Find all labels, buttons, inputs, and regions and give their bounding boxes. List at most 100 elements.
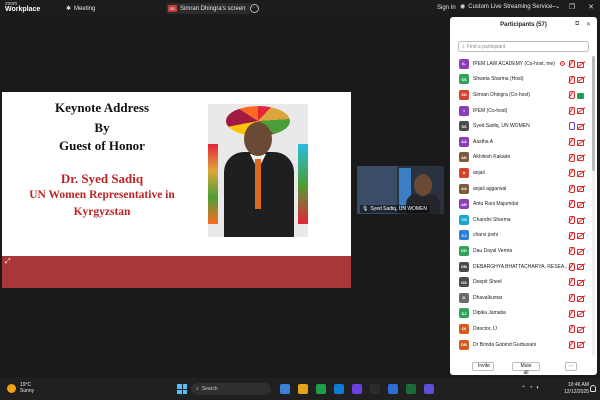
mic-muted-icon[interactable]: [568, 294, 575, 302]
participant-list[interactable]: IL IPEM LAW ACADEMY (Co-host, me) SS Shweta…: [450, 56, 591, 356]
taskbar-app-icon[interactable]: [280, 384, 290, 394]
recording-icon: [560, 61, 565, 66]
video-off-icon[interactable]: [577, 341, 585, 349]
mic-muted-icon[interactable]: [568, 325, 575, 334]
video-off-icon[interactable]: [577, 232, 585, 240]
video-off-icon[interactable]: [577, 154, 585, 162]
taskbar-app-icon[interactable]: [298, 384, 308, 394]
taskbar-app-icon[interactable]: [388, 384, 398, 394]
video-off-icon[interactable]: [577, 61, 585, 68]
mic-muted-icon[interactable]: [568, 75, 575, 84]
windows-start-icon[interactable]: [177, 384, 187, 394]
video-off-icon[interactable]: [577, 295, 585, 302]
more-options-button[interactable]: ···: [250, 4, 259, 13]
video-off-icon[interactable]: [577, 185, 585, 193]
video-off-icon[interactable]: [577, 310, 585, 318]
video-tile[interactable]: 🎙︎ Syed Sadiq, UN WOMEN: [357, 166, 444, 214]
participant-scrollbar[interactable]: [592, 56, 595, 356]
mic-muted-icon[interactable]: [568, 340, 575, 349]
mic-muted-icon[interactable]: [568, 247, 575, 256]
live-stream-button[interactable]: ◉ Custom Live Streaming Service ⌄: [460, 3, 560, 11]
video-off-icon[interactable]: [577, 107, 585, 115]
participant-row[interactable]: AA Aastha A: [450, 134, 591, 150]
invite-button[interactable]: Invite: [472, 362, 494, 371]
mic-muted-icon[interactable]: [568, 169, 575, 178]
taskbar-app-icon[interactable]: [352, 384, 362, 394]
video-off-icon[interactable]: [577, 76, 585, 84]
taskbar-app-icon[interactable]: [370, 384, 380, 394]
taskbar-app-icon[interactable]: [334, 384, 344, 394]
participant-name: DEBARGHYA BHATTACHARYA, RESEARCH...: [473, 263, 571, 270]
participant-row[interactable]: DB DEBARGHYA BHATTACHARYA, RESEARCH...: [450, 259, 591, 275]
participant-row[interactable]: DI Director, IJ: [450, 321, 591, 337]
participant-row[interactable]: AA anjali aggarwal: [450, 181, 591, 197]
mic-muted-icon[interactable]: [568, 216, 575, 224]
sign-in-button[interactable]: Sign In: [437, 5, 456, 11]
participant-row[interactable]: D Dhavalkumar: [450, 290, 591, 306]
participant-row[interactable]: DS Deepit Sheel: [450, 274, 591, 290]
mic-muted-icon[interactable]: [568, 91, 575, 100]
expand-icon[interactable]: ⤢: [5, 258, 15, 268]
participant-status-icons: [568, 200, 585, 209]
weather-widget[interactable]: 19°C Sunny: [7, 382, 34, 394]
video-on-icon[interactable]: [577, 92, 585, 99]
video-off-icon[interactable]: [577, 123, 585, 130]
system-tray[interactable]: ⌃ ◔ ◖: [521, 385, 539, 392]
taskbar-app-icon[interactable]: [406, 384, 416, 394]
video-off-icon[interactable]: [577, 279, 585, 286]
video-off-icon[interactable]: [577, 217, 585, 224]
participant-row[interactable]: DB Dr Brinda Gobind Gurbuxani: [450, 337, 591, 353]
mic-muted-icon[interactable]: [568, 262, 575, 271]
mic-muted-icon[interactable]: [568, 60, 575, 68]
video-off-icon[interactable]: [577, 263, 585, 271]
restore-button[interactable]: ❐: [569, 3, 575, 11]
participant-row[interactable]: CJ charvi joshi: [450, 228, 591, 244]
avatar: SS: [459, 74, 469, 85]
video-off-icon[interactable]: [577, 201, 585, 208]
taskbar-app-icon[interactable]: [424, 384, 434, 394]
meeting-menu[interactable]: ✱ Meeting: [66, 5, 95, 13]
clock[interactable]: 10:46 AM 12/12/2025: [564, 382, 589, 396]
sun-icon: [7, 383, 16, 393]
mic-muted-icon[interactable]: [568, 138, 575, 146]
video-off-icon[interactable]: [577, 326, 585, 333]
mute-all-button[interactable]: Mute all: [512, 362, 540, 376]
participant-row[interactable]: CS Chandni Sharma: [450, 212, 591, 228]
taskbar-search[interactable]: ⌕ Search: [191, 383, 271, 395]
close-icon[interactable]: ✕: [586, 21, 591, 28]
participant-row[interactable]: AR Antu Rani Majumdar: [450, 196, 591, 212]
video-off-icon[interactable]: [577, 248, 585, 255]
participant-row[interactable]: AK Akhilesh Kakade: [450, 150, 591, 166]
taskbar-app-icon[interactable]: [316, 384, 326, 394]
participant-name: Shweta Sharma (Host): [473, 76, 524, 83]
clock-time: 10:46 AM: [567, 382, 590, 388]
mic-muted-icon[interactable]: [568, 153, 575, 162]
participant-row[interactable]: DJ Dipika Jamatia: [450, 306, 591, 322]
shared-screen-slide: Keynote Address By Guest of Honor Dr. Sy…: [2, 92, 351, 288]
scrollbar-thumb[interactable]: [592, 56, 595, 171]
screen-share-indicator[interactable]: SD Simran Dhingra's screen: [166, 3, 250, 14]
mic-muted-icon[interactable]: [568, 278, 575, 287]
minimize-button[interactable]: —: [549, 3, 556, 11]
mic-muted-icon[interactable]: [568, 106, 575, 115]
notification-bell-icon[interactable]: [590, 385, 596, 392]
participant-row[interactable]: DD Dau Dayal Verma: [450, 243, 591, 259]
popout-icon[interactable]: ⧉: [575, 21, 579, 28]
participant-row[interactable]: SS Shweta Sharma (Host): [450, 72, 591, 88]
participant-row[interactable]: I IPEM (Co-host): [450, 103, 591, 119]
close-button[interactable]: ✕: [588, 3, 594, 11]
participant-row[interactable]: SS Syed Sadiq, UN WOMEN: [450, 118, 591, 134]
mic-muted-icon[interactable]: [568, 309, 575, 318]
mic-muted-icon[interactable]: [568, 200, 575, 209]
mic-icon[interactable]: [568, 122, 575, 131]
slide-line1: Keynote Address: [54, 100, 149, 115]
video-off-icon[interactable]: [577, 170, 585, 177]
participant-search-input[interactable]: ⌕ Find a participant: [458, 41, 589, 52]
video-off-icon[interactable]: [577, 139, 585, 146]
mic-muted-icon[interactable]: [568, 231, 575, 240]
mic-muted-icon[interactable]: [568, 184, 575, 193]
more-button[interactable]: ···: [565, 362, 577, 371]
participant-row[interactable]: IL IPEM LAW ACADEMY (Co-host, me): [450, 56, 591, 72]
participant-row[interactable]: Aanjali: [450, 165, 591, 181]
participant-row[interactable]: SD Simran Dhingra (Co-host): [450, 87, 591, 103]
